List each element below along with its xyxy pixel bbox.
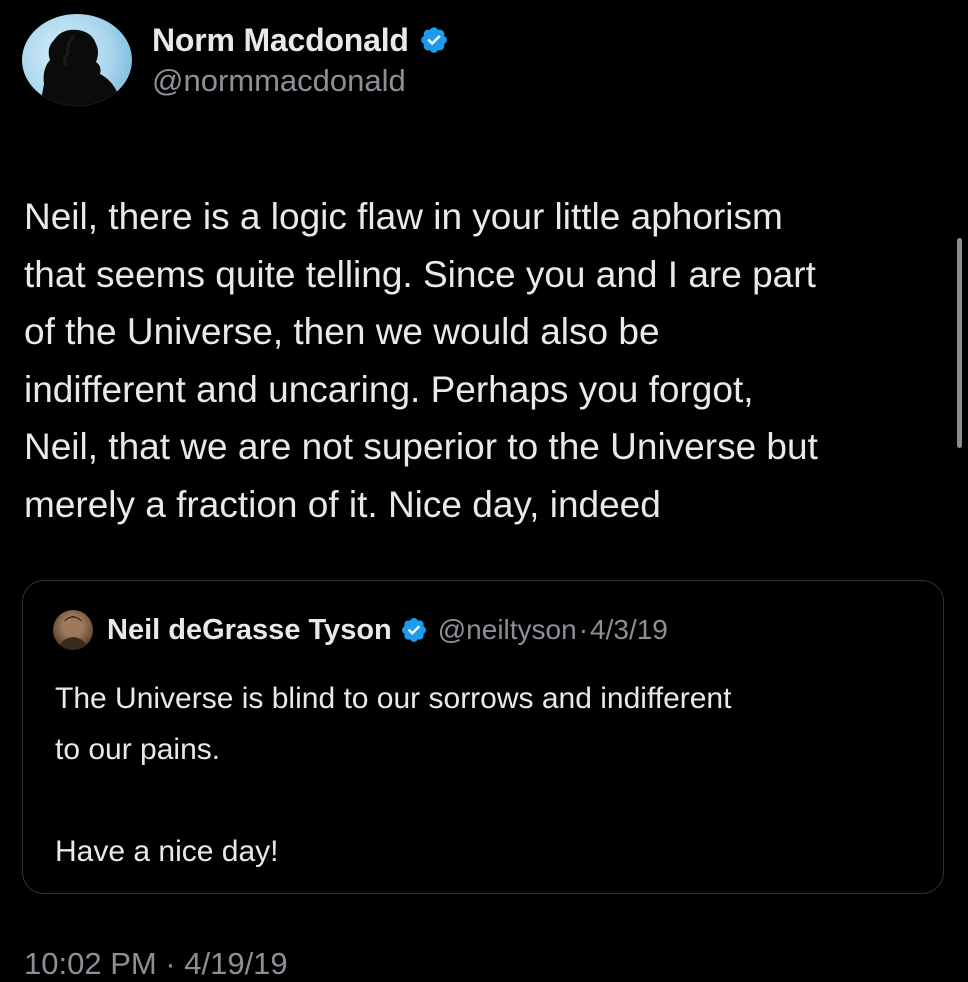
quoted-avatar-portrait-icon [58,616,88,650]
author-display-name[interactable]: Norm Macdonald [152,22,409,59]
author-info: Norm Macdonald @normmacdonald [152,22,449,99]
quoted-author-handle[interactable]: @neiltyson [438,614,577,646]
quoted-tweet-date[interactable]: 4/3/19 [590,614,668,646]
name-row: Norm Macdonald [152,22,449,59]
tweet-text: Neil, there is a logic flaw in your litt… [24,196,818,525]
quoted-tweet[interactable]: Neil deGrasse Tyson @neiltyson · 4/3/19 … [22,580,944,894]
avatar[interactable] [22,14,132,106]
author-handle[interactable]: @normmacdonald [152,63,449,99]
quoted-tweet-header: Neil deGrasse Tyson @neiltyson · 4/3/19 [53,609,668,651]
quoted-tweet-text: The Universe is blind to our sorrows and… [55,682,732,868]
quoted-author-display-name[interactable]: Neil deGrasse Tyson [107,614,392,647]
verified-badge-icon [420,27,447,53]
verified-badge-icon [401,618,426,642]
scrollbar[interactable] [957,238,962,448]
tweet: Norm Macdonald @normmacdonald Neil, ther… [0,0,968,981]
avatar-silhouette-icon [40,29,122,106]
dot-separator: · [578,614,589,645]
quoted-author-avatar [53,610,93,650]
tweet-timestamp[interactable]: 10:02 PM · 4/19/19 [24,946,288,982]
tweet-header: Norm Macdonald @normmacdonald [22,14,449,106]
